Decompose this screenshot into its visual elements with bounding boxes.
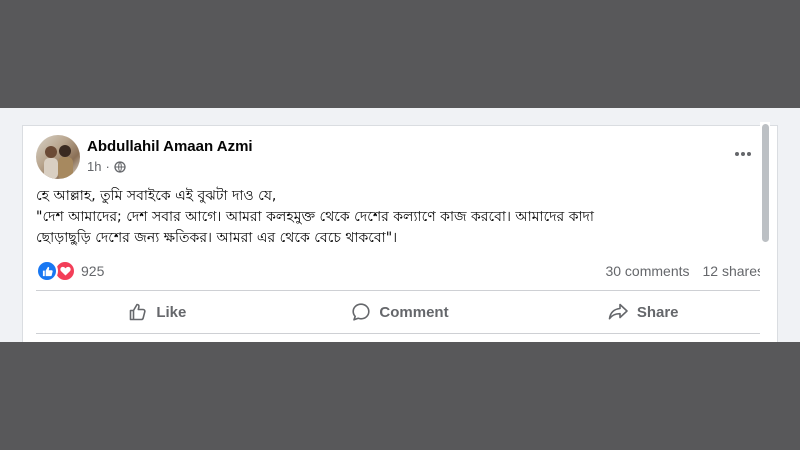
comment-button-label: Comment [379,303,449,321]
post-meta: 1h · [87,159,126,174]
share-button[interactable]: Share [521,293,764,331]
comment-button[interactable]: Comment [279,293,522,331]
share-icon [608,303,628,320]
post-text: হে আল্লাহ, তুমি সবাইকে এই বুঝটা দাও যে, … [36,186,756,249]
divider [36,290,764,291]
action-bar: Like Comment Share [36,293,764,331]
avatar[interactable] [36,135,80,179]
divider [36,333,764,334]
avatar-photo-icon [44,145,73,179]
shares-count[interactable]: 12 shares [703,263,764,279]
share-button-label: Share [636,303,679,321]
post-text-line: ছোড়াছুড়ি দেশের জন্য ক্ষতিকর। আমরা এর থ… [36,230,398,246]
engagement-counts: 30 comments 12 shares [605,263,764,279]
like-button[interactable]: Like [36,293,279,331]
more-options-button[interactable] [732,144,754,164]
ellipsis-icon [735,152,751,156]
post-stats: 925 30 comments 12 shares [36,260,764,282]
post-text-line: হে আল্লাহ, তুমি সবাইকে এই বুঝটা দাও যে, [36,188,277,204]
comment-icon [352,303,371,321]
thumbs-up-icon [130,303,146,321]
scrollbar-thumb[interactable] [762,124,769,242]
globe-icon [114,160,126,173]
like-button-label: Like [156,303,187,321]
scrollbar[interactable] [760,122,770,342]
comments-count[interactable]: 30 comments [605,263,689,279]
post-card: Abdullahil Amaan Azmi 1h · হে আল্লাহ, তু… [22,125,778,342]
post-time[interactable]: 1h [87,159,101,174]
post-author[interactable]: Abdullahil Amaan Azmi [87,138,253,155]
reaction-count: 925 [81,263,105,279]
post-text-line: "দেশ আমাদের; দেশ সবার আগে। আমরা কলহমুক্ত… [36,209,594,225]
reaction-summary[interactable]: 925 [36,260,104,282]
meta-separator: · [105,159,110,174]
like-icon [36,260,58,282]
